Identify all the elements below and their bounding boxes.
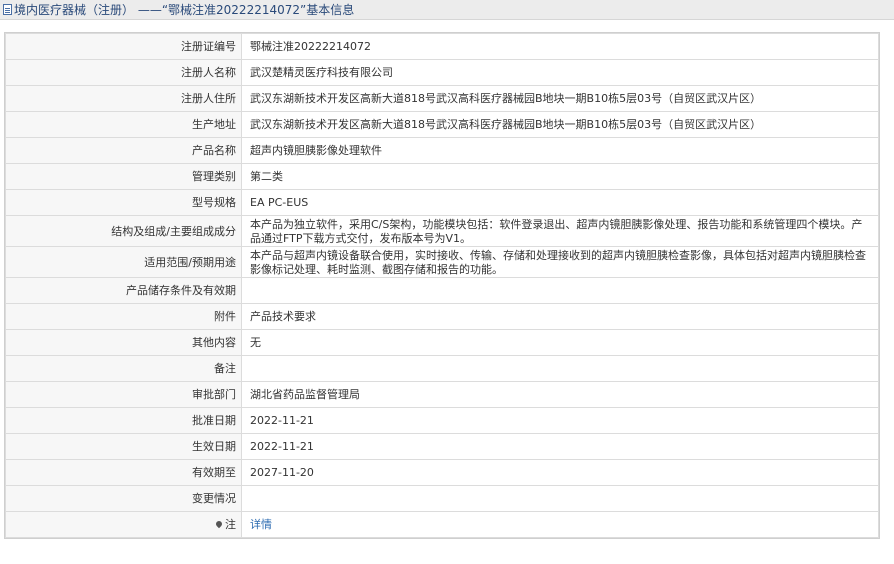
details-link[interactable]: 详情 bbox=[250, 518, 272, 531]
row-value: 湖北省药品监督管理局 bbox=[241, 381, 879, 408]
table-row: 型号规格 EA PC-EUS bbox=[5, 189, 879, 216]
table-row: 产品名称 超声内镜胆胰影像处理软件 bbox=[5, 137, 879, 164]
table-row: 适用范围/预期用途 本产品与超声内镜设备联合使用，实时接收、传输、存储和处理接收… bbox=[5, 246, 879, 278]
note-label-cell: 注 bbox=[5, 511, 242, 538]
row-value: 鄂械注准20222214072 bbox=[241, 33, 879, 60]
row-value: 本产品为独立软件，采用C/S架构，功能模块包括：软件登录退出、超声内镜胆胰影像处… bbox=[241, 215, 879, 247]
row-value: 武汉东湖新技术开发区高新大道818号武汉高科医疗器械园B地块一期B10栋5层03… bbox=[241, 85, 879, 112]
table-row: 生效日期 2022-11-21 bbox=[5, 433, 879, 460]
row-value bbox=[241, 355, 879, 382]
table-row: 其他内容 无 bbox=[5, 329, 879, 356]
row-label: 批准日期 bbox=[5, 407, 242, 434]
row-label: 注册人住所 bbox=[5, 85, 242, 112]
note-value-cell: 详情 bbox=[241, 511, 879, 538]
row-value: 2027-11-20 bbox=[241, 459, 879, 486]
row-value: EA PC-EUS bbox=[241, 189, 879, 216]
row-value: 武汉楚精灵医疗科技有限公司 bbox=[241, 59, 879, 86]
row-label: 审批部门 bbox=[5, 381, 242, 408]
row-value: 武汉东湖新技术开发区高新大道818号武汉高科医疗器械园B地块一期B10栋5层03… bbox=[241, 111, 879, 138]
row-label: 产品名称 bbox=[5, 137, 242, 164]
info-panel: 注册证编号 鄂械注准20222214072 注册人名称 武汉楚精灵医疗科技有限公… bbox=[4, 32, 880, 539]
row-value bbox=[241, 277, 879, 304]
table-row: 注册人名称 武汉楚精灵医疗科技有限公司 bbox=[5, 59, 879, 86]
table-row: 注册证编号 鄂械注准20222214072 bbox=[5, 33, 879, 60]
pin-icon bbox=[214, 519, 224, 528]
table-row: 审批部门 湖北省药品监督管理局 bbox=[5, 381, 879, 408]
table-row: 管理类别 第二类 bbox=[5, 163, 879, 190]
row-label: 注册证编号 bbox=[5, 33, 242, 60]
row-label: 生效日期 bbox=[5, 433, 242, 460]
row-value: 2022-11-21 bbox=[241, 407, 879, 434]
row-value: 无 bbox=[241, 329, 879, 356]
row-value: 2022-11-21 bbox=[241, 433, 879, 460]
table-row: 变更情况 bbox=[5, 485, 879, 512]
row-label: 附件 bbox=[5, 303, 242, 330]
table-row: 批准日期 2022-11-21 bbox=[5, 407, 879, 434]
table-row: 产品储存条件及有效期 bbox=[5, 277, 879, 304]
table-row: 注册人住所 武汉东湖新技术开发区高新大道818号武汉高科医疗器械园B地块一期B1… bbox=[5, 85, 879, 112]
note-label: 注 bbox=[225, 517, 236, 531]
row-label: 适用范围/预期用途 bbox=[5, 246, 242, 278]
row-label: 其他内容 bbox=[5, 329, 242, 356]
table-row: 结构及组成/主要组成成分 本产品为独立软件，采用C/S架构，功能模块包括：软件登… bbox=[5, 215, 879, 247]
table-row: 有效期至 2027-11-20 bbox=[5, 459, 879, 486]
row-value bbox=[241, 485, 879, 512]
table-row: 备注 bbox=[5, 355, 879, 382]
row-label: 产品储存条件及有效期 bbox=[5, 277, 242, 304]
row-label: 有效期至 bbox=[5, 459, 242, 486]
info-table: 注册证编号 鄂械注准20222214072 注册人名称 武汉楚精灵医疗科技有限公… bbox=[5, 33, 879, 538]
note-row: 注 详情 bbox=[5, 511, 879, 538]
row-value: 产品技术要求 bbox=[241, 303, 879, 330]
table-row: 附件 产品技术要求 bbox=[5, 303, 879, 330]
row-value: 第二类 bbox=[241, 163, 879, 190]
row-label: 管理类别 bbox=[5, 163, 242, 190]
row-label: 结构及组成/主要组成成分 bbox=[5, 215, 242, 247]
page-header: 境内医疗器械（注册） ——“鄂械注准20222214072”基本信息 bbox=[0, 0, 894, 20]
row-label: 注册人名称 bbox=[5, 59, 242, 86]
row-label: 备注 bbox=[5, 355, 242, 382]
row-label: 型号规格 bbox=[5, 189, 242, 216]
row-label: 变更情况 bbox=[5, 485, 242, 512]
table-row: 生产地址 武汉东湖新技术开发区高新大道818号武汉高科医疗器械园B地块一期B10… bbox=[5, 111, 879, 138]
row-value: 本产品与超声内镜设备联合使用，实时接收、传输、存储和处理接收到的超声内镜胆胰检查… bbox=[241, 246, 879, 278]
document-icon bbox=[3, 4, 12, 15]
row-value: 超声内镜胆胰影像处理软件 bbox=[241, 137, 879, 164]
page-title: 境内医疗器械（注册） ——“鄂械注准20222214072”基本信息 bbox=[14, 3, 355, 17]
row-label: 生产地址 bbox=[5, 111, 242, 138]
